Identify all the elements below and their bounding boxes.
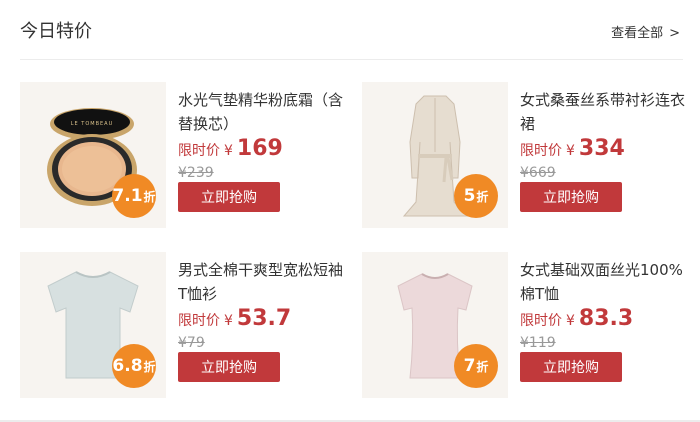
discount-value: 6.8 (112, 356, 143, 376)
original-price: ¥669 (520, 165, 556, 181)
discount-value: 5 (463, 186, 476, 206)
discount-badge: 7折 (454, 344, 498, 388)
product-name[interactable]: 女式桑蚕丝系带衬衫连衣裙 (520, 88, 690, 136)
price-row: 限时价 ¥ 334 (520, 136, 690, 162)
price-label: 限时价 (178, 143, 220, 159)
product-info: 男式全棉干爽型宽松短袖T恤衫 限时价 ¥ 53.7 ¥79 立即抢购 (178, 258, 348, 382)
currency-symbol: ¥ (224, 313, 233, 329)
product-card[interactable]: LE TOMBEAU 7.1 折 水光气垫精华粉底霜（含替换芯） 限时价 ¥ 16… (20, 82, 350, 230)
buy-now-button[interactable]: 立即抢购 (178, 352, 280, 382)
discount-unit: 折 (143, 359, 156, 374)
price-row: 限时价 ¥ 169 (178, 136, 348, 162)
compact-logo-text: LE TOMBEAU (71, 121, 114, 127)
original-price: ¥119 (520, 335, 556, 351)
discount-unit: 折 (476, 359, 489, 374)
price-row: 限时价 ¥ 83.3 (520, 306, 690, 332)
discount-badge: 5折 (454, 174, 498, 218)
buy-now-button[interactable]: 立即抢购 (520, 352, 622, 382)
sale-price: 83.3 (578, 306, 634, 331)
product-name[interactable]: 水光气垫精华粉底霜（含替换芯） (178, 88, 348, 136)
discount-badge: 7.1 折 (112, 174, 156, 218)
sale-price: 169 (236, 136, 283, 161)
product-name[interactable]: 男式全棉干爽型宽松短袖T恤衫 (178, 258, 348, 306)
discount-value: 7 (463, 356, 476, 376)
original-price: ¥79 (178, 335, 205, 351)
price-label: 限时价 (520, 313, 562, 329)
price-label: 限时价 (178, 313, 220, 329)
product-info: 水光气垫精华粉底霜（含替换芯） 限时价 ¥ 169 ¥239 立即抢购 (178, 88, 348, 212)
product-name[interactable]: 女式基础双面丝光100%棉T恤 (520, 258, 690, 306)
discount-unit: 折 (476, 189, 489, 204)
currency-symbol: ¥ (566, 313, 575, 329)
price-label: 限时价 (520, 143, 562, 159)
currency-symbol: ¥ (566, 143, 575, 159)
product-info: 女式桑蚕丝系带衬衫连衣裙 限时价 ¥ 334 ¥669 立即抢购 (520, 88, 690, 212)
original-price: ¥239 (178, 165, 214, 181)
product-card[interactable]: 5折 女式桑蚕丝系带衬衫连衣裙 限时价 ¥ 334 ¥669 立即抢购 (362, 82, 692, 230)
sale-price: 53.7 (236, 306, 292, 331)
discount-badge: 6.8 折 (112, 344, 156, 388)
price-row: 限时价 ¥ 53.7 (178, 306, 348, 332)
deal-grid: LE TOMBEAU 7.1 折 水光气垫精华粉底霜（含替换芯） 限时价 ¥ 16… (0, 0, 700, 422)
discount-value: 7.1 (112, 186, 143, 206)
discount-unit: 折 (143, 189, 156, 204)
product-card[interactable]: 6.8 折 男式全棉干爽型宽松短袖T恤衫 限时价 ¥ 53.7 ¥79 立即抢购 (20, 252, 350, 400)
currency-symbol: ¥ (224, 143, 233, 159)
sale-price: 334 (578, 136, 625, 161)
product-info: 女式基础双面丝光100%棉T恤 限时价 ¥ 83.3 ¥119 立即抢购 (520, 258, 690, 382)
buy-now-button[interactable]: 立即抢购 (520, 182, 622, 212)
product-card[interactable]: 7折 女式基础双面丝光100%棉T恤 限时价 ¥ 83.3 ¥119 立即抢购 (362, 252, 692, 400)
buy-now-button[interactable]: 立即抢购 (178, 182, 280, 212)
